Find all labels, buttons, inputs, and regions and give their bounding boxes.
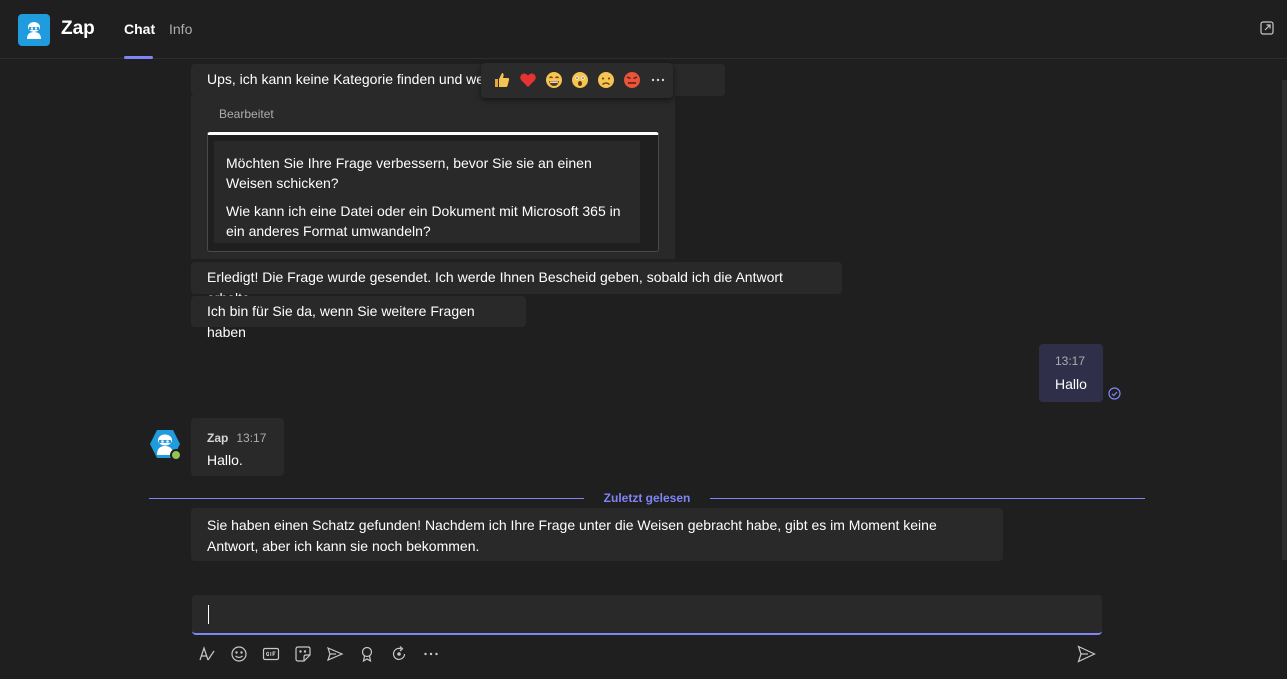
more-icon[interactable] [422,645,440,663]
my-message: 13:17 Hallo [1039,344,1103,402]
surprised-icon[interactable] [571,71,589,89]
chat-header: Zap Chat Info [0,0,1287,59]
format-icon[interactable] [198,645,216,663]
message-text: Hallo. [207,452,243,468]
sad-icon[interactable] [597,71,615,89]
text-caret [208,605,209,624]
active-tab-indicator [124,56,153,59]
message-time: 13:17 [1055,354,1086,368]
message-text: Sie haben einen Schatz gefunden! Nachdem… [207,517,937,554]
like-icon[interactable] [493,71,511,89]
last-read-divider-right [710,498,1145,499]
emoji-icon[interactable] [230,645,248,663]
seen-check-icon [1108,387,1121,405]
bot-message: Ich bin für Sie da, wenn Sie weitere Fra… [191,296,526,340]
angry-icon[interactable] [623,71,641,89]
card-question: Möchten Sie Ihre Frage verbessern, bevor… [226,155,592,191]
message-sender: Zap [207,431,229,445]
tab-chat[interactable]: Chat [124,21,155,37]
question-card: Möchten Sie Ihre Frage verbessern, bevor… [207,132,659,252]
more-reactions-icon[interactable] [649,71,667,89]
reaction-bar [481,63,673,98]
send-icon[interactable] [1077,645,1096,668]
laugh-icon[interactable] [545,71,563,89]
gif-icon[interactable] [262,645,280,663]
card-user-question: Wie kann ich eine Datei oder ein Dokumen… [226,203,621,239]
scrollbar-thumb[interactable] [1282,80,1287,560]
praise-icon[interactable] [358,645,376,663]
message-text: Ich bin für Sie da, wenn Sie weitere Fra… [207,303,475,340]
edited-label: Bearbeitet [219,107,274,121]
adaptive-card: Bearbeitet Möchten Sie Ihre Frage verbes… [191,96,675,259]
robot-icon [18,14,50,46]
bot-message: Sie haben einen Schatz gefunden! Nachdem… [191,508,1003,561]
schedule-icon[interactable] [326,645,344,663]
presence-available-icon [170,449,182,461]
loop-icon[interactable] [390,645,408,663]
message-time: 13:17 [236,431,267,445]
app-name: Zap [61,18,95,39]
sticker-icon[interactable] [294,645,312,663]
tab-info[interactable]: Info [169,21,192,37]
heart-icon[interactable] [519,71,537,89]
popout-icon[interactable] [1260,21,1274,40]
bot-message: Erledigt! Die Frage wurde gesendet. Ich … [191,262,842,306]
last-read-label: Zuletzt gelesen [603,491,691,505]
question-card-body: Möchten Sie Ihre Frage verbessern, bevor… [214,141,640,243]
message-text: Hallo [1055,376,1087,392]
compose-box[interactable] [192,595,1102,635]
bot-message: Zap 13:17 Hallo. [191,418,284,476]
message-input[interactable] [204,603,1088,627]
last-read-divider-left [149,498,584,499]
